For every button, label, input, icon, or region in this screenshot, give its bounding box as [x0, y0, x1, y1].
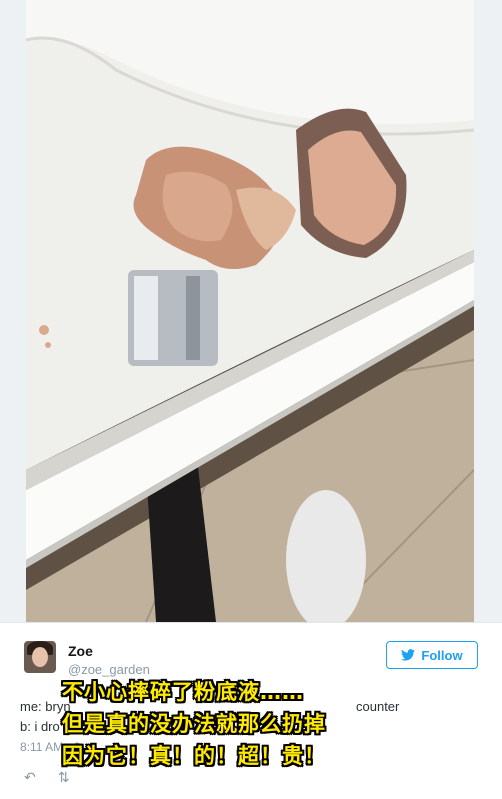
follow-label: Follow — [421, 647, 463, 663]
display-name[interactable]: Zoe — [68, 643, 93, 659]
twitter-bird-icon — [401, 649, 416, 661]
caption-line-1: 不小心摔碎了粉底液…… — [62, 680, 304, 704]
caption-line-3: 因为它！真！的！超！贵！ — [62, 744, 326, 768]
avatar-face — [32, 647, 48, 667]
follow-button[interactable]: Follow — [386, 641, 478, 669]
tweet-photo[interactable] — [26, 0, 474, 622]
reply-icon[interactable]: ↶ — [24, 769, 36, 786]
caption-overlay: 不小心摔碎了粉底液…… 但是真的没办法就那么扔掉 因为它！真！的！超！贵！ — [62, 676, 482, 772]
avatar[interactable] — [24, 641, 56, 673]
user-handle[interactable]: @zoe_garden — [68, 662, 150, 677]
tweet-text-line-2: b: i dro — [20, 719, 60, 734]
caption-line-2: 但是真的没办法就那么扔掉 — [62, 712, 326, 736]
